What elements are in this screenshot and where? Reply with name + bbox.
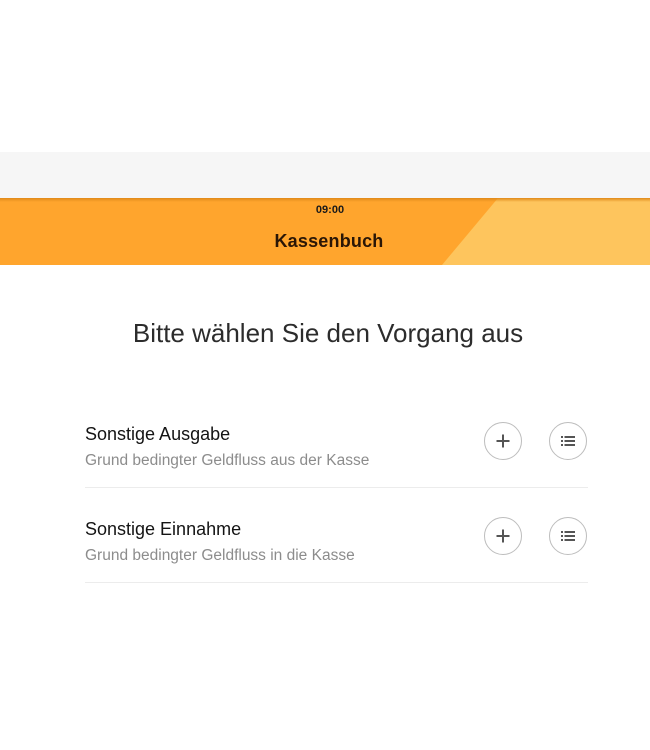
row-divider bbox=[85, 487, 588, 488]
transaction-subtitle: Grund bedingter Geldfluss aus der Kasse bbox=[85, 452, 370, 469]
transaction-title: Sonstige Ausgabe bbox=[85, 424, 231, 444]
transaction-subtitle: Grund bedingter Geldfluss in die Kasse bbox=[85, 547, 355, 564]
row-divider bbox=[85, 582, 588, 583]
transaction-row-expense[interactable]: Sonstige Ausgabe Grund bedingter Geldflu… bbox=[85, 414, 588, 510]
list-expense-button[interactable] bbox=[549, 422, 587, 460]
header-top-shadow bbox=[0, 198, 650, 202]
header-bar: 09:00 Kassenbuch bbox=[0, 198, 650, 265]
add-income-button[interactable] bbox=[484, 517, 522, 555]
transaction-title: Sonstige Einnahme bbox=[85, 519, 242, 539]
list-icon bbox=[561, 531, 575, 541]
app-screen: 09:00 Kassenbuch Bitte wählen Sie den Vo… bbox=[0, 0, 650, 750]
instruction-text: Bitte wählen Sie den Vorgang aus bbox=[132, 318, 524, 348]
status-bar-background bbox=[0, 152, 650, 198]
plus-icon bbox=[496, 529, 510, 543]
plus-icon bbox=[496, 434, 510, 448]
add-expense-button[interactable] bbox=[484, 422, 522, 460]
page-title: Kassenbuch bbox=[274, 231, 384, 251]
transaction-row-income[interactable]: Sonstige Einnahme Grund bedingter Geldfl… bbox=[85, 509, 588, 605]
status-bar-time: 09:00 bbox=[315, 204, 345, 216]
list-icon bbox=[561, 436, 575, 446]
list-income-button[interactable] bbox=[549, 517, 587, 555]
